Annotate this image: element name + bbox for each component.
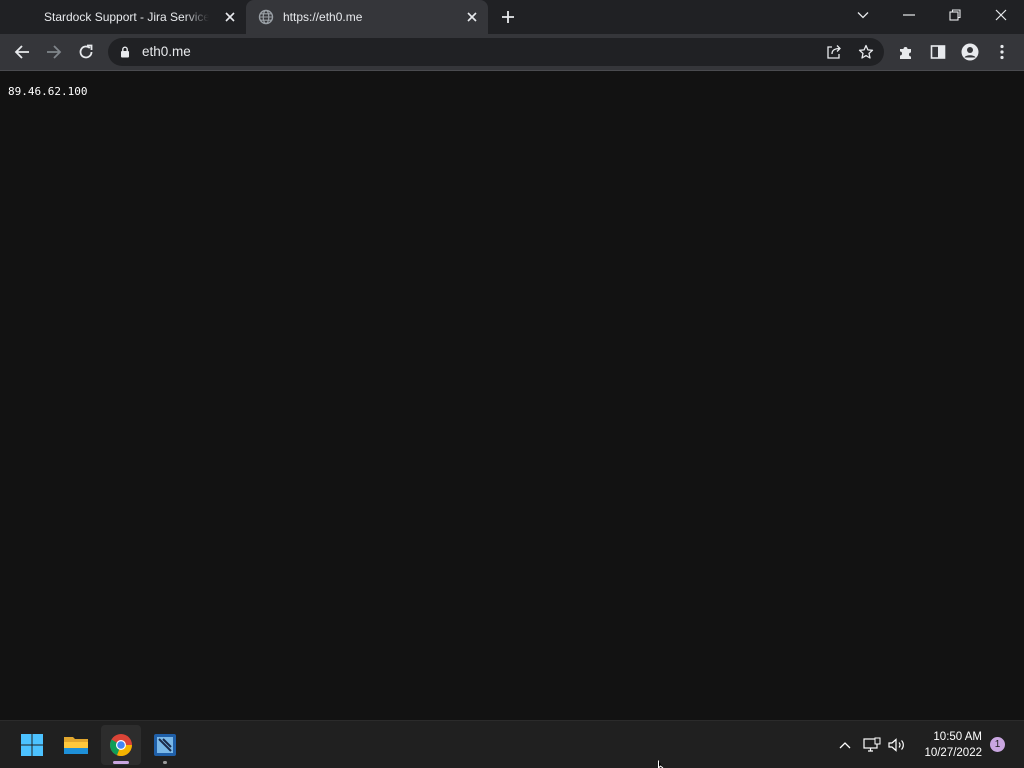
app-taskbar-button[interactable]: [145, 725, 185, 765]
chrome-taskbar-button[interactable]: [101, 725, 141, 765]
file-explorer-button[interactable]: [56, 725, 96, 765]
menu-button[interactable]: [987, 37, 1017, 67]
avatar-icon: [961, 43, 979, 61]
app-icon: [154, 734, 176, 756]
tab-stardock-support[interactable]: Stardock Support - Jira Service Manageme…: [0, 0, 246, 34]
notification-badge[interactable]: 1: [990, 737, 1005, 752]
side-panel-button[interactable]: [923, 37, 953, 67]
network-icon[interactable]: [862, 735, 882, 755]
chevron-up-icon: [839, 742, 851, 749]
tab-title: https://eth0.me: [283, 10, 363, 24]
clock-time: 10:50 AM: [933, 731, 982, 743]
minimize-icon: [903, 14, 915, 16]
back-button[interactable]: [7, 37, 37, 67]
chrome-icon: [109, 734, 133, 757]
restore-button[interactable]: [932, 0, 978, 30]
start-button[interactable]: [12, 725, 52, 765]
ip-address-text: 89.46.62.100: [8, 85, 88, 98]
forward-button[interactable]: [39, 37, 69, 67]
lock-icon[interactable]: [120, 46, 130, 58]
chevron-down-icon: [857, 12, 869, 19]
start-icon: [21, 734, 43, 756]
address-bar[interactable]: eth0.me: [108, 38, 884, 66]
tab-strip: Stardock Support - Jira Service Manageme…: [0, 0, 1024, 34]
reload-icon: [79, 44, 93, 59]
address-text[interactable]: eth0.me: [142, 44, 191, 59]
plus-icon: [502, 11, 514, 23]
tab-search-button[interactable]: [840, 0, 886, 30]
browser-toolbar: eth0.me: [0, 34, 1024, 71]
tab-title: Stardock Support - Jira Service Manageme…: [44, 10, 209, 24]
share-icon[interactable]: [823, 42, 845, 62]
puzzle-icon: [900, 47, 911, 59]
running-indicator: [163, 761, 167, 764]
page-content: 89.46.62.100: [0, 71, 1024, 720]
more-vertical-icon: [1000, 44, 1004, 60]
active-indicator: [113, 761, 129, 764]
tab-eth0[interactable]: https://eth0.me: [246, 0, 488, 34]
bookmark-star-icon[interactable]: [855, 42, 877, 62]
taskbar: 10:50 AM 10/27/2022 1: [0, 720, 1024, 768]
new-tab-button[interactable]: [498, 7, 518, 27]
clock[interactable]: 10:50 AM 10/27/2022: [924, 729, 982, 761]
close-tab-icon[interactable]: [222, 9, 238, 25]
back-arrow-icon: [14, 45, 29, 59]
forward-arrow-icon: [47, 45, 62, 59]
reload-button[interactable]: [71, 37, 101, 67]
show-hidden-icons-button[interactable]: [835, 735, 855, 755]
minimize-button[interactable]: [886, 0, 932, 30]
close-tab-icon[interactable]: [464, 9, 480, 25]
clock-date: 10/27/2022: [924, 747, 982, 759]
extensions-button[interactable]: [891, 37, 921, 67]
profile-button[interactable]: [955, 37, 985, 67]
side-panel-icon: [930, 45, 946, 59]
close-window-button[interactable]: [978, 0, 1024, 30]
restore-icon: [949, 9, 961, 21]
globe-icon: [258, 9, 274, 25]
mouse-cursor-icon: [658, 760, 664, 768]
volume-icon[interactable]: [887, 735, 907, 755]
file-explorer-icon: [64, 737, 88, 754]
close-icon: [995, 9, 1007, 21]
